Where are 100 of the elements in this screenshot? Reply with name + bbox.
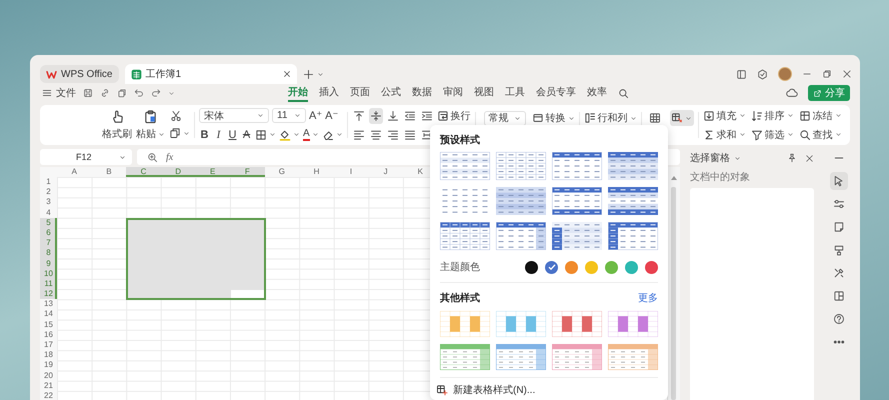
color-swatch[interactable] bbox=[565, 260, 578, 274]
table-style-thumbnail[interactable] bbox=[608, 311, 658, 337]
ribbon-tab[interactable]: 插入 bbox=[319, 84, 339, 102]
table-style-thumbnail[interactable] bbox=[608, 344, 658, 370]
redo-icon[interactable] bbox=[151, 88, 161, 98]
save-icon[interactable] bbox=[83, 88, 93, 98]
rows-columns-button[interactable]: 行和列 bbox=[584, 110, 637, 126]
row-header[interactable]: 20 bbox=[40, 370, 57, 381]
align-middle-button[interactable] bbox=[368, 108, 383, 124]
pointer-button[interactable] bbox=[830, 172, 848, 190]
ribbon-tab[interactable]: 视图 bbox=[474, 84, 494, 102]
table-style-thumbnail[interactable] bbox=[608, 222, 658, 250]
table-style-thumbnail[interactable] bbox=[552, 222, 602, 250]
name-box[interactable]: F12 bbox=[40, 149, 132, 165]
table-style-thumbnail[interactable] bbox=[496, 222, 546, 250]
table-style-thumbnail[interactable] bbox=[496, 187, 546, 215]
table-style-thumbnail[interactable] bbox=[552, 311, 602, 337]
shrink-font-button[interactable]: A⁻ bbox=[325, 108, 338, 124]
search-icon[interactable] bbox=[618, 88, 629, 98]
row-header[interactable]: 15 bbox=[40, 320, 57, 330]
font-size-select[interactable]: 11 bbox=[272, 108, 306, 123]
table-style-thumbnail[interactable] bbox=[440, 344, 490, 370]
cloud-icon[interactable] bbox=[786, 87, 798, 99]
color-swatch[interactable] bbox=[625, 260, 638, 274]
cut-button[interactable] bbox=[169, 108, 183, 124]
row-header[interactable]: 6 bbox=[40, 228, 57, 238]
grow-font-button[interactable]: A⁺ bbox=[309, 108, 322, 124]
table-style-thumbnail[interactable] bbox=[440, 187, 490, 215]
row-header[interactable]: 22 bbox=[40, 390, 57, 400]
table-style-thumbnail[interactable] bbox=[608, 187, 658, 215]
avatar[interactable] bbox=[778, 67, 792, 81]
link-icon[interactable] bbox=[100, 88, 110, 98]
column-header[interactable]: B bbox=[92, 167, 126, 177]
document-tab[interactable]: WPS Office bbox=[40, 65, 118, 83]
row-header[interactable]: 18 bbox=[40, 350, 57, 360]
ribbon-tab[interactable]: 公式 bbox=[381, 84, 401, 102]
row-header[interactable]: 11 bbox=[40, 278, 57, 290]
freeze-button[interactable]: 冻结 bbox=[798, 108, 842, 124]
ribbon-tab[interactable]: 效率 bbox=[587, 84, 607, 102]
strike-button[interactable]: A bbox=[241, 126, 252, 142]
table-style-thumbnail[interactable] bbox=[496, 152, 546, 180]
row-header[interactable]: 17 bbox=[40, 340, 57, 350]
caret-icon[interactable] bbox=[168, 90, 175, 96]
ribbon-tab[interactable]: 页面 bbox=[350, 84, 370, 102]
find-button[interactable]: 查找 bbox=[798, 126, 842, 142]
column-header[interactable]: E bbox=[195, 167, 230, 177]
column-header[interactable]: J bbox=[368, 167, 403, 177]
convert-button[interactable]: 转换 bbox=[532, 110, 575, 126]
color-swatch[interactable] bbox=[645, 260, 658, 274]
color-swatch[interactable] bbox=[545, 260, 558, 274]
row-header[interactable]: 16 bbox=[40, 330, 57, 340]
sort-button[interactable]: 排序 bbox=[750, 108, 794, 124]
table-style-thumbnail[interactable] bbox=[552, 152, 602, 180]
column-header[interactable]: D bbox=[160, 167, 196, 177]
column-header[interactable]: A bbox=[57, 167, 92, 177]
column-header[interactable]: F bbox=[230, 167, 265, 177]
pane-title-dropdown[interactable]: 选择窗格 bbox=[690, 150, 741, 166]
caret-icon[interactable] bbox=[316, 70, 324, 78]
paste-button[interactable]: 粘贴 bbox=[136, 109, 165, 141]
color-swatch[interactable] bbox=[525, 260, 538, 274]
ribbon-tab[interactable]: 审阅 bbox=[443, 84, 463, 102]
undo-icon[interactable] bbox=[134, 88, 144, 98]
row-header[interactable]: 14 bbox=[40, 309, 57, 320]
italic-button[interactable]: I bbox=[213, 126, 224, 142]
row-header[interactable]: 21 bbox=[40, 380, 57, 391]
pin-icon[interactable] bbox=[787, 153, 797, 163]
wrap-text-button[interactable]: 换行 bbox=[436, 108, 471, 124]
sum-button[interactable]: 求和 bbox=[702, 126, 746, 142]
close-icon[interactable] bbox=[805, 154, 814, 162]
column-header[interactable]: C bbox=[126, 167, 161, 177]
row-header[interactable]: 10 bbox=[40, 268, 57, 279]
ribbon-tab[interactable]: 工具 bbox=[505, 84, 525, 102]
underline-button[interactable]: U bbox=[227, 126, 238, 142]
close-icon[interactable] bbox=[842, 69, 852, 79]
row-header[interactable]: 1 bbox=[40, 177, 57, 188]
new-table-style-item[interactable]: 新建表格样式(N)... bbox=[436, 383, 658, 397]
scrollbar[interactable] bbox=[667, 167, 680, 400]
panel-icon[interactable] bbox=[736, 68, 747, 80]
ribbon-tab[interactable]: 数据 bbox=[412, 84, 432, 102]
table-style-thumbnail[interactable] bbox=[552, 344, 602, 370]
color-swatch[interactable] bbox=[605, 260, 618, 274]
table-style-thumbnail[interactable] bbox=[440, 222, 490, 250]
column-header[interactable]: I bbox=[334, 167, 368, 177]
ribbon-tab[interactable]: 开始 bbox=[288, 84, 308, 102]
document-tab[interactable]: 工作簿1 bbox=[124, 64, 296, 84]
row-header[interactable]: 9 bbox=[40, 258, 57, 269]
restore-icon[interactable] bbox=[822, 69, 832, 79]
table-style-thumbnail[interactable] bbox=[552, 187, 602, 215]
fill-button[interactable]: 填充 bbox=[702, 108, 746, 124]
row-header[interactable]: 4 bbox=[40, 208, 57, 218]
row-header[interactable]: 5 bbox=[40, 218, 57, 228]
row-header[interactable]: 13 bbox=[40, 299, 57, 310]
plus-icon[interactable] bbox=[302, 68, 314, 80]
format-painter-button[interactable]: 格式刷 bbox=[102, 109, 132, 141]
filter-button[interactable]: 筛选 bbox=[750, 126, 794, 142]
row-header[interactable]: 3 bbox=[40, 197, 57, 208]
table-style-thumbnail[interactable] bbox=[496, 344, 546, 370]
font-color-button[interactable]: A bbox=[303, 126, 319, 142]
ribbon-tab[interactable]: 会员专享 bbox=[536, 84, 576, 102]
column-header[interactable]: H bbox=[299, 167, 334, 177]
